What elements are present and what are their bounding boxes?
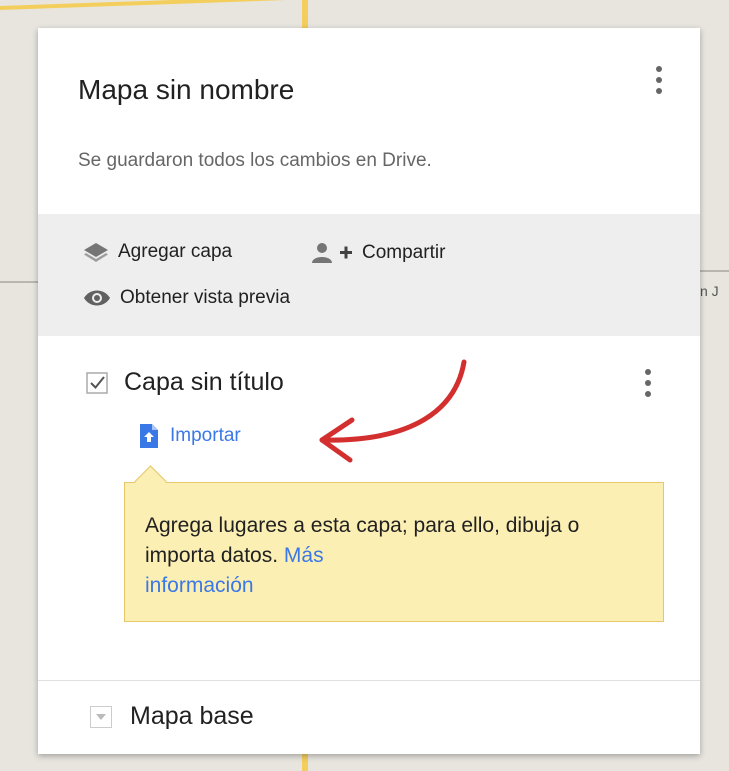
map-title[interactable]: Mapa sin nombre bbox=[78, 74, 294, 106]
map-options-menu-icon[interactable] bbox=[655, 66, 663, 100]
map-road bbox=[0, 0, 300, 10]
save-status: Se guardaron todos los cambios en Drive. bbox=[78, 150, 432, 171]
info-tooltip: Agrega lugares a esta capa; para ello, d… bbox=[124, 465, 664, 622]
more-info-link-text: información bbox=[145, 574, 254, 597]
import-label: Importar bbox=[170, 425, 241, 446]
eye-icon bbox=[84, 290, 110, 306]
layer-title[interactable]: Capa sin título bbox=[124, 368, 284, 397]
share-label: Compartir bbox=[362, 242, 446, 263]
legend-panel: Mapa sin nombre Se guardaron todos los c… bbox=[38, 28, 700, 754]
layers-icon bbox=[84, 243, 108, 262]
upload-file-icon bbox=[140, 424, 158, 448]
preview-label: Obtener vista previa bbox=[120, 287, 291, 308]
import-link[interactable]: Importar bbox=[138, 424, 241, 448]
triangle-down-icon bbox=[96, 713, 106, 720]
layer-header: Capa sin título bbox=[86, 368, 284, 397]
tooltip-caret bbox=[134, 465, 167, 498]
map-label: n J bbox=[700, 283, 719, 299]
tooltip-text: Agrega lugares a esta capa; para ello, d… bbox=[145, 514, 580, 567]
share-button[interactable]: Compartir bbox=[310, 241, 445, 265]
base-map-expand-toggle[interactable] bbox=[90, 705, 112, 728]
preview-button[interactable]: Obtener vista previa bbox=[82, 287, 290, 309]
add-layer-button[interactable]: Agregar capa bbox=[82, 241, 232, 263]
add-layer-label: Agregar capa bbox=[118, 241, 233, 262]
annotation-arrow bbox=[319, 359, 467, 463]
map-road bbox=[0, 281, 40, 283]
layer-options-menu-icon[interactable] bbox=[644, 369, 652, 403]
base-map-row[interactable]: Mapa base bbox=[90, 702, 254, 731]
divider bbox=[38, 680, 700, 681]
more-info-link-text: Más bbox=[283, 544, 324, 567]
actions-bar: Agregar capa Compartir Obtener vista pre… bbox=[38, 214, 700, 336]
layer-visibility-checkbox[interactable] bbox=[86, 371, 108, 394]
add-person-icon bbox=[312, 243, 352, 263]
map-road bbox=[700, 270, 729, 272]
base-map-label: Mapa base bbox=[130, 702, 254, 730]
